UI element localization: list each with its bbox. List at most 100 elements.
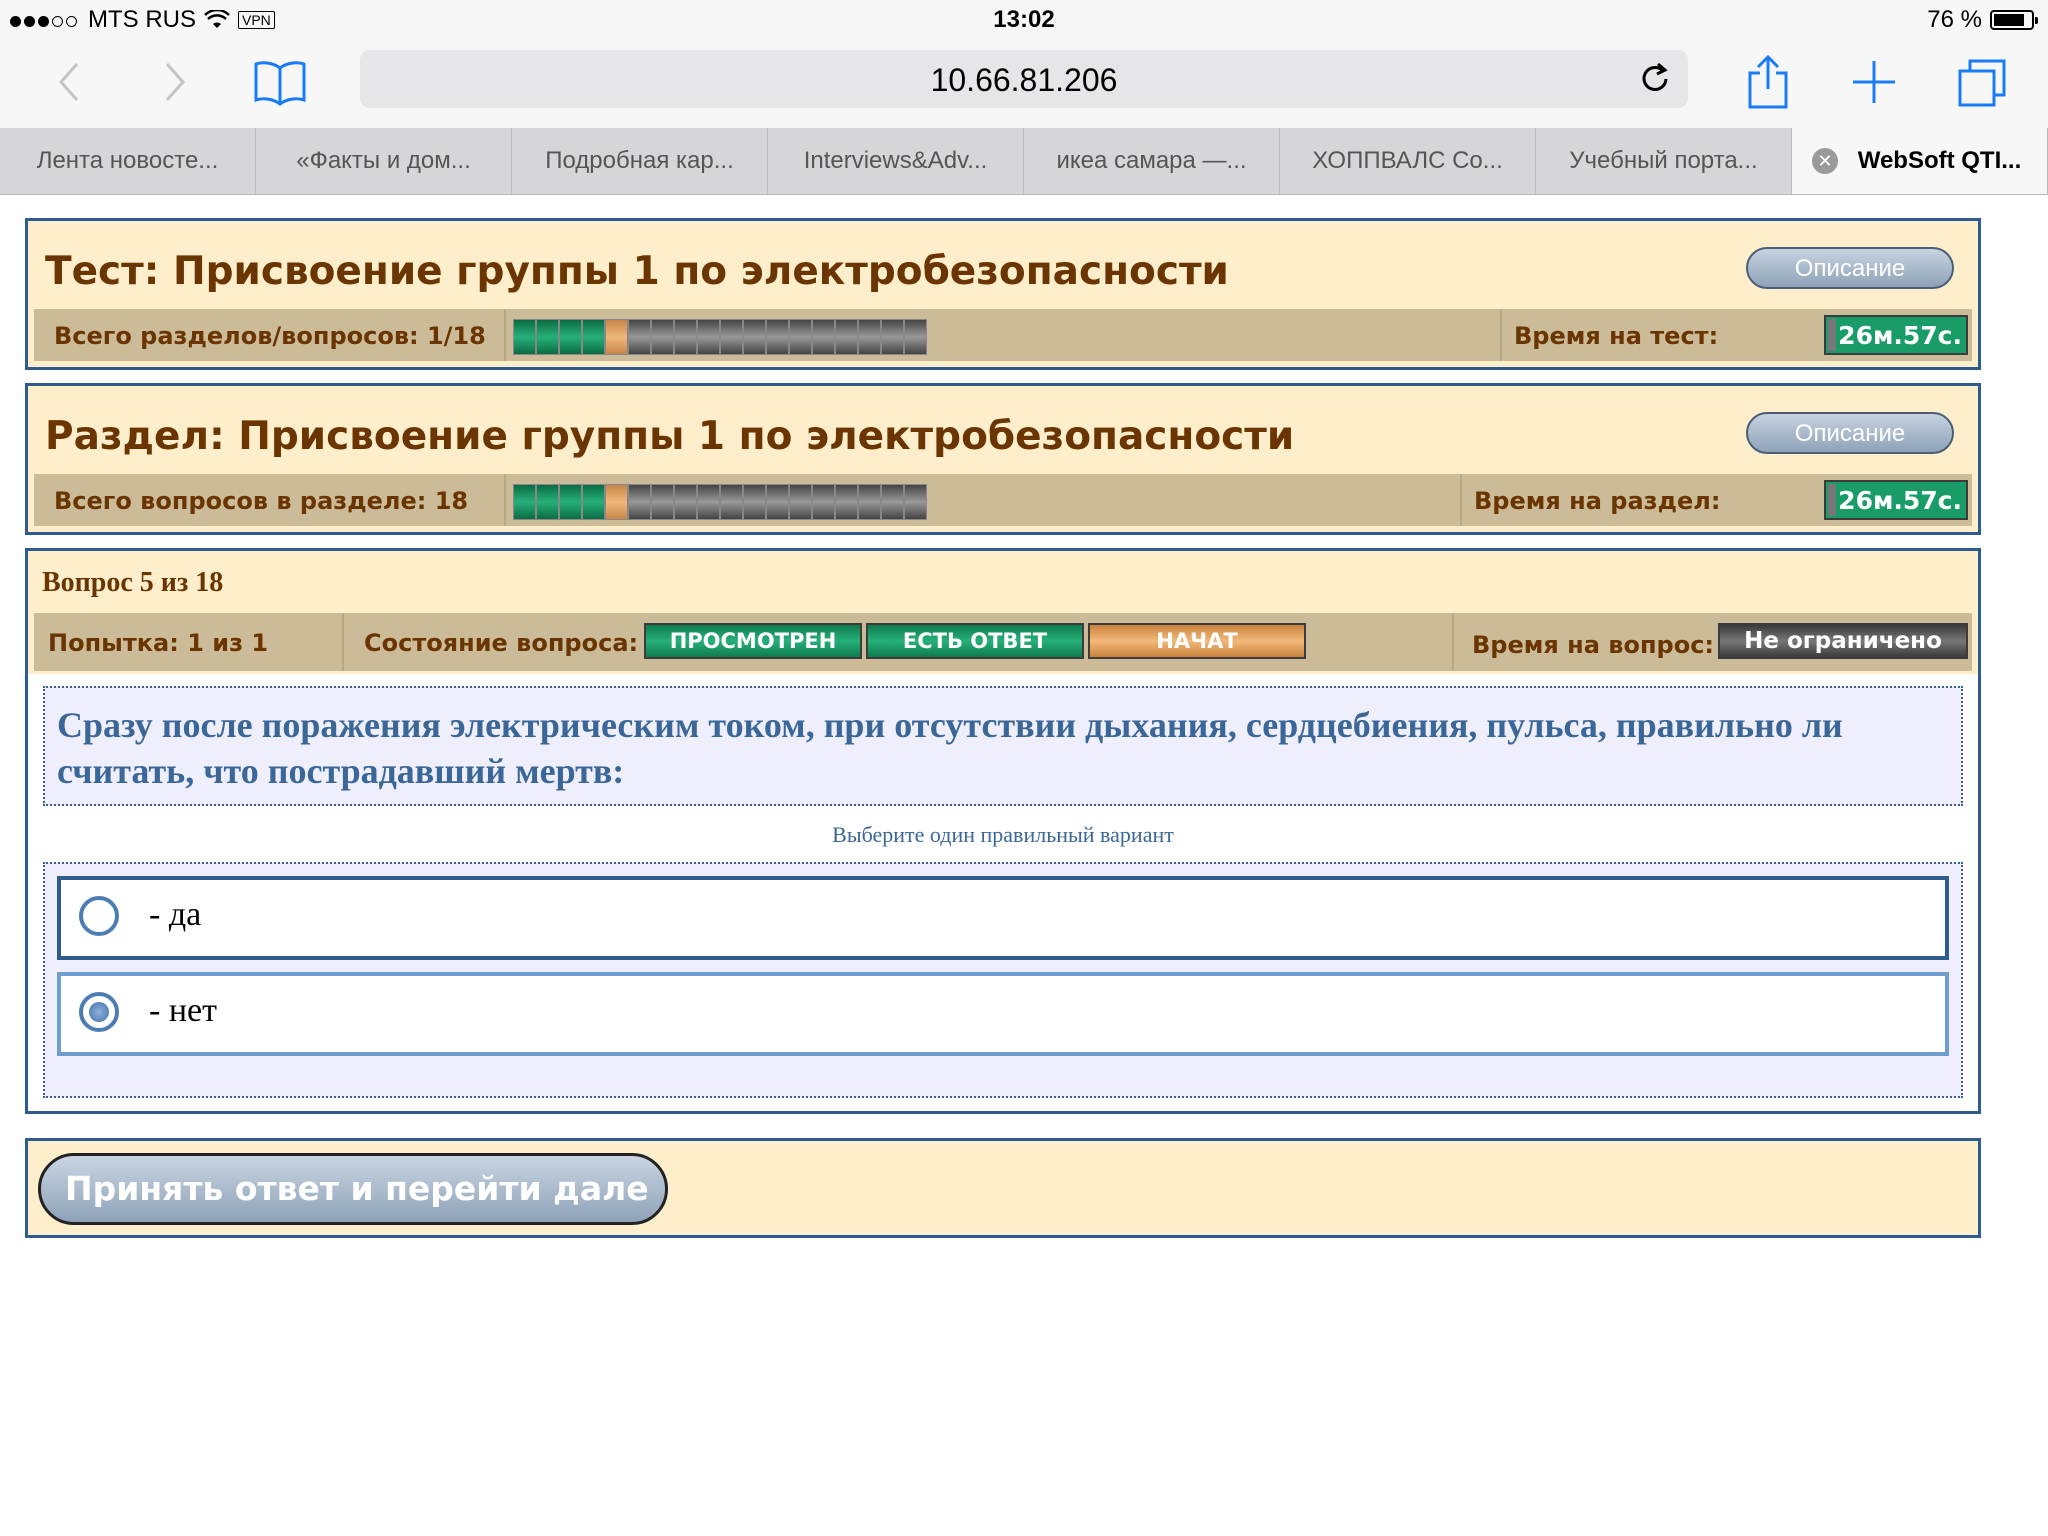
browser-tab[interactable]: «Факты и дом... [256, 128, 512, 194]
tab-label: WebSoft QTI... [1857, 147, 2022, 174]
answer-option-yes[interactable]: - да [57, 876, 1949, 960]
progress-segment [859, 320, 880, 354]
question-time-value: Не ограничено [1718, 623, 1968, 659]
question-heading: Вопрос 5 из 18 [42, 567, 224, 598]
progress-segment [767, 320, 788, 354]
accept-answer-button[interactable]: Принять ответ и перейти дале [38, 1153, 668, 1225]
progress-segment [882, 320, 903, 354]
progress-segment [790, 320, 811, 354]
book-icon [254, 61, 306, 106]
url-text: 10.66.81.206 [930, 62, 1118, 98]
section-panel: Раздел: Присвоение группы 1 по электробе… [25, 383, 1981, 535]
back-button[interactable] [38, 50, 102, 114]
state-badge-started: НАЧАТ [1088, 623, 1306, 659]
tab-label: ХОППВАЛС Co... [1312, 147, 1503, 174]
progress-segment [629, 485, 650, 519]
progress-segment [652, 320, 673, 354]
progress-segment [698, 320, 719, 354]
share-icon [1748, 55, 1788, 109]
progress-segment [606, 320, 627, 354]
progress-segment [905, 320, 926, 354]
browser-tab[interactable]: Учебный порта... [1536, 128, 1792, 194]
answer-list: - да - нет [43, 862, 1963, 1098]
question-body: Сразу после поражения электрическим токо… [25, 674, 1981, 1114]
radio-button-unchecked[interactable] [79, 896, 119, 936]
state-badge-viewed: ПРОСМОТРЕН [644, 623, 862, 659]
browser-tab-active[interactable]: ✕ WebSoft QTI... [1792, 128, 2048, 194]
status-bar: MTS RUS VPN 13:02 76 % [0, 0, 2048, 40]
question-header-panel: Вопрос 5 из 18 Попытка: 1 из 1 Состояние… [25, 548, 1981, 674]
tabs-icon [1958, 59, 2006, 107]
answer-option-no[interactable]: - нет [57, 972, 1949, 1056]
section-progress-bar [513, 484, 927, 520]
progress-segment [836, 485, 857, 519]
answer-label: - нет [149, 992, 217, 1029]
section-time-label: Время на раздел: [1474, 487, 1721, 515]
tab-bar: Лента новосте... «Факты и дом... Подробн… [0, 128, 2048, 195]
section-description-button[interactable]: Описание [1746, 412, 1954, 454]
tab-label: «Факты и дом... [296, 147, 471, 174]
chevron-left-icon [58, 63, 79, 101]
battery-percent: 76 % [1927, 6, 1982, 33]
progress-segment [537, 485, 558, 519]
question-text: Сразу после поражения электрическим токо… [43, 686, 1963, 806]
progress-segment [721, 320, 742, 354]
test-time-label: Время на тест: [1514, 322, 1719, 350]
progress-segment [721, 485, 742, 519]
progress-segment [744, 320, 765, 354]
test-panel: Тест: Присвоение группы 1 по электробезо… [25, 218, 1981, 370]
progress-segment [583, 320, 604, 354]
radio-button-checked[interactable] [79, 992, 119, 1032]
tab-label: Учебный порта... [1569, 147, 1758, 174]
progress-segment [744, 485, 765, 519]
tab-label: икеа самара —... [1056, 147, 1247, 174]
share-button[interactable] [1736, 50, 1800, 114]
question-info-strip: Попытка: 1 из 1 Состояние вопроса: ПРОСМ… [34, 613, 1972, 671]
plus-icon [1853, 61, 1895, 103]
clock: 13:02 [993, 6, 1055, 33]
progress-segment [652, 485, 673, 519]
progress-segment [514, 320, 535, 354]
browser-tab[interactable]: Interviews&Adv... [768, 128, 1024, 194]
progress-segment [560, 320, 581, 354]
test-description-button[interactable]: Описание [1746, 247, 1954, 289]
test-info-strip: Всего разделов/вопросов: 1/18 Время на т… [34, 309, 1972, 361]
progress-segment [606, 485, 627, 519]
progress-segment [859, 485, 880, 519]
battery-icon [1990, 10, 2038, 30]
close-tab-icon[interactable]: ✕ [1812, 148, 1838, 174]
progress-segment [514, 485, 535, 519]
progress-segment [629, 320, 650, 354]
test-progress-label: Всего разделов/вопросов: 1/18 [54, 322, 486, 350]
browser-tab[interactable]: Лента новосте... [0, 128, 256, 194]
bookmarks-button[interactable] [248, 50, 312, 114]
reload-icon[interactable] [1636, 60, 1674, 98]
progress-segment [813, 320, 834, 354]
test-timer: 26м.57с. [1824, 315, 1968, 355]
progress-segment [675, 320, 696, 354]
section-title: Раздел: Присвоение группы 1 по электробе… [45, 414, 1295, 459]
browser-tab[interactable]: ХОППВАЛС Co... [1280, 128, 1536, 194]
progress-segment [583, 485, 604, 519]
browser-tab[interactable]: Подробная кар... [512, 128, 768, 194]
tab-label: Подробная кар... [545, 147, 734, 174]
tabs-overview-button[interactable] [1950, 50, 2014, 114]
forward-button[interactable] [142, 50, 206, 114]
footer-panel: Принять ответ и перейти дале [25, 1138, 1981, 1238]
address-bar[interactable]: 10.66.81.206 [360, 50, 1688, 108]
progress-segment [767, 485, 788, 519]
browser-toolbar: 10.66.81.206 [0, 40, 2048, 128]
progress-segment [836, 320, 857, 354]
progress-segment [675, 485, 696, 519]
browser-tab[interactable]: икеа самара —... [1024, 128, 1280, 194]
test-title: Тест: Присвоение группы 1 по электробезо… [45, 249, 1229, 294]
progress-segment [698, 485, 719, 519]
test-progress-bar [513, 319, 927, 355]
section-timer: 26м.57с. [1824, 480, 1968, 520]
progress-segment [813, 485, 834, 519]
question-time-label: Время на вопрос: [1472, 631, 1715, 659]
new-tab-button[interactable] [1842, 50, 1906, 114]
answer-label: - да [149, 896, 202, 933]
section-info-strip: Всего вопросов в разделе: 18 Время на ра… [34, 474, 1972, 526]
question-state-label: Состояние вопроса: [364, 629, 639, 657]
